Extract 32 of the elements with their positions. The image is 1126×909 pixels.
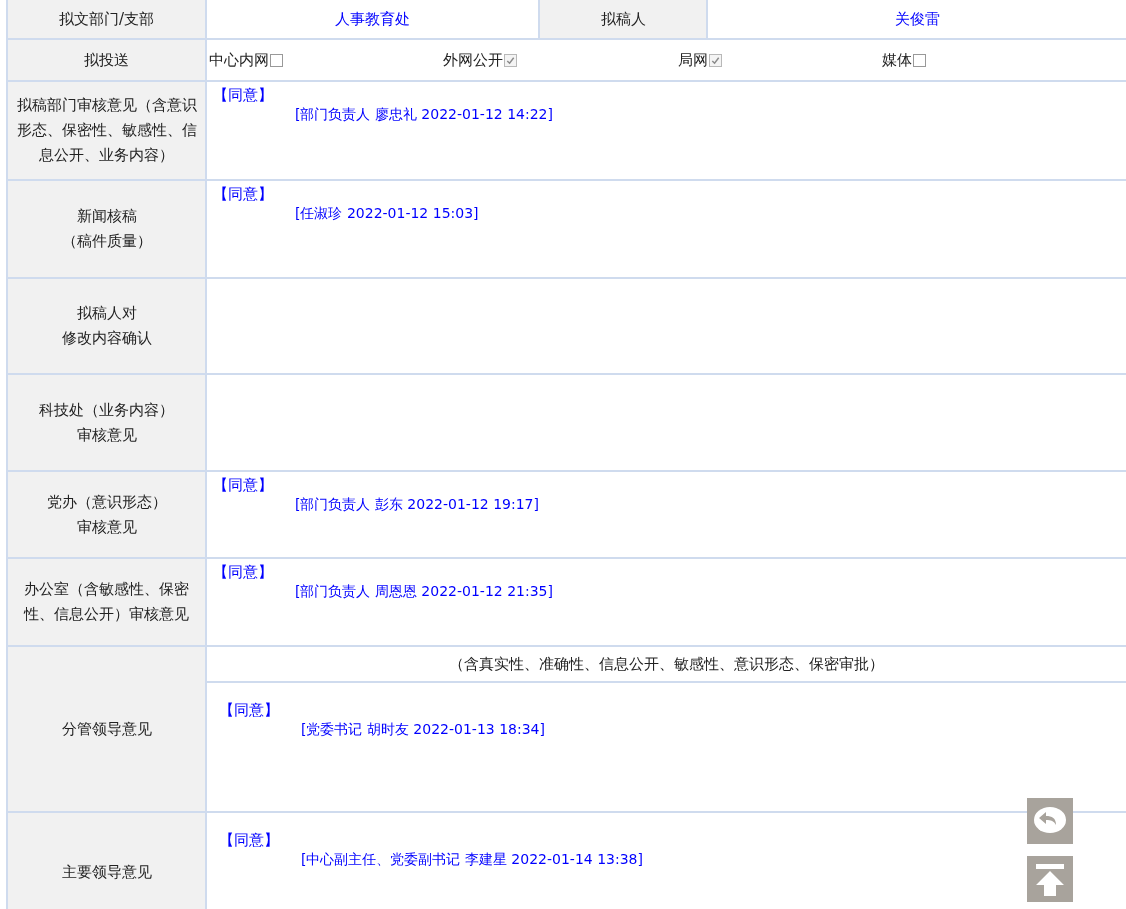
signature-text: [部门负责人 周恩恩 2022-01-12 21:35]: [295, 583, 554, 601]
field-label: 拟文部门/支部: [58, 9, 155, 28]
decision-text: 【同意】: [219, 701, 280, 719]
reply-icon[interactable]: [1027, 798, 1073, 844]
signature-text: [党委书记 胡时友 2022-01-13 18:34]: [301, 721, 546, 739]
checkbox-option[interactable]: 中心内网: [209, 50, 283, 70]
row-label: 拟稿人对 修改内容确认: [60, 303, 153, 349]
row-label: 主要领导意见: [60, 861, 153, 883]
row-label: 党办（意识形态） 审核意见: [45, 491, 168, 538]
field-label: 拟稿人: [600, 9, 646, 28]
signature-text: [任淑珍 2022-01-12 15:03]: [295, 205, 480, 223]
row-label: 科技处（业务内容） 审核意见: [38, 399, 175, 446]
department-value: 人事教育处: [335, 9, 410, 28]
row-label: 新闻核稿 （稿件质量）: [60, 206, 153, 252]
signature-text: [部门负责人 彭东 2022-01-12 19:17]: [295, 496, 540, 514]
checkbox-option[interactable]: 媒体: [882, 50, 926, 70]
checkbox-option[interactable]: 外网公开: [443, 50, 518, 70]
signature-text: [部门负责人 廖忠礼 2022-01-12 14:22]: [295, 106, 554, 124]
row-label: 分管领导意见: [60, 718, 153, 740]
note-text: （含真实性、准确性、信息公开、敏感性、意识形态、保密审批）: [449, 654, 884, 673]
checkbox-option[interactable]: 局网: [677, 50, 722, 70]
drafter-value: 关俊雷: [894, 9, 940, 28]
decision-text: 【同意】: [219, 831, 280, 849]
decision-text: 【同意】: [213, 476, 274, 494]
field-label: 拟投送: [84, 50, 129, 69]
decision-text: 【同意】: [213, 185, 274, 203]
decision-text: 【同意】: [213, 86, 274, 104]
back-to-top-icon[interactable]: [1027, 856, 1073, 902]
row-label: 拟稿部门审核意见（含意识形态、保密性、敏感性、信息公开、业务内容）: [15, 95, 198, 166]
row-label: 办公室（含敏感性、保密性、信息公开）审核意见: [22, 579, 190, 625]
signature-text: [中心副主任、党委副书记 李建星 2022-01-14 13:38]: [301, 851, 644, 869]
decision-text: 【同意】: [213, 563, 274, 581]
